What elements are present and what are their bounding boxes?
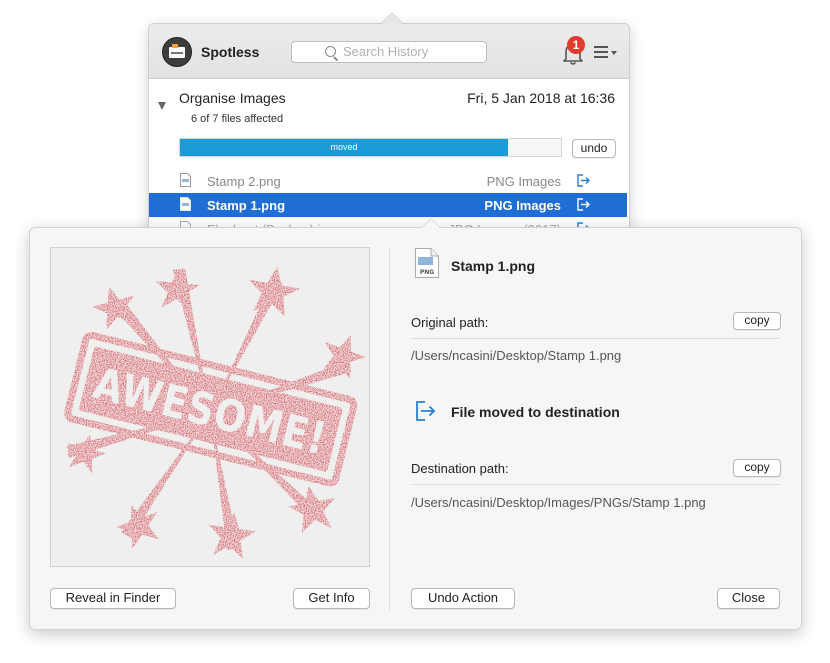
file-row-selected[interactable]: Stamp 1.png PNG Images — [149, 193, 627, 217]
action-status-text: File moved to destination — [451, 404, 620, 420]
copy-original-path-button[interactable]: copy — [733, 312, 781, 330]
image-preview: AWESOME! — [50, 247, 370, 567]
task-date: Fri, 5 Jan 2018 at 16:36 — [467, 90, 615, 106]
task-affected-count: 6 of 7 files affected — [191, 113, 284, 125]
stamp-image: AWESOME! — [64, 266, 367, 559]
search-icon — [325, 46, 336, 57]
original-path-value: /Users/ncasini/Desktop/Stamp 1.png — [411, 348, 622, 363]
close-button[interactable]: Close — [717, 588, 780, 609]
undo-action-button[interactable]: Undo Action — [411, 588, 515, 609]
file-category: PNG Images — [486, 174, 561, 189]
panel-divider — [389, 248, 390, 610]
search-input[interactable] — [343, 44, 481, 59]
file-category: PNG Images — [484, 198, 561, 213]
file-name: Stamp 1.png — [207, 198, 286, 213]
file-detail-panel: AWESOME! Reveal in Finder Get Info PNG S… — [29, 218, 802, 630]
get-info-button[interactable]: Get Info — [293, 588, 370, 609]
chevron-down-icon — [611, 51, 617, 55]
divider — [411, 484, 780, 485]
png-file-icon — [180, 197, 191, 211]
destination-path-value: /Users/ncasini/Desktop/Images/PNGs/Stamp… — [411, 495, 706, 510]
history-popover: Spotless 1 Organise Images Fri, 5 Jan 20… — [148, 23, 630, 240]
task-title: Organise Images — [179, 90, 286, 106]
stamp-text: AWESOME! — [88, 358, 331, 465]
disclosure-triangle-icon[interactable] — [158, 102, 166, 110]
detail-arrow — [421, 218, 441, 228]
file-name: Stamp 2.png — [207, 174, 281, 189]
move-arrow-icon — [416, 401, 436, 421]
progress-label: moved — [330, 142, 358, 152]
destination-path-label: Destination path: — [411, 461, 509, 476]
png-file-icon — [180, 173, 191, 187]
progress-bar: moved — [179, 138, 562, 157]
move-arrow-icon[interactable] — [577, 198, 591, 211]
png-file-icon: PNG — [415, 248, 439, 278]
file-type-badge: PNG — [420, 269, 434, 276]
app-logo-icon — [162, 37, 192, 67]
original-path-label: Original path: — [411, 315, 489, 330]
app-name: Spotless — [201, 44, 260, 60]
file-row[interactable]: Stamp 2.png PNG Images — [149, 169, 627, 193]
copy-destination-path-button[interactable]: copy — [733, 459, 781, 477]
divider — [411, 338, 780, 339]
detail-file-name: Stamp 1.png — [451, 258, 536, 274]
move-arrow-icon[interactable] — [577, 174, 591, 187]
notification-badge: 1 — [567, 36, 585, 54]
popover-header: Spotless 1 — [149, 24, 629, 79]
popover-arrow — [380, 12, 404, 24]
search-field[interactable] — [291, 41, 487, 63]
reveal-in-finder-button[interactable]: Reveal in Finder — [50, 588, 176, 609]
menu-icon[interactable] — [594, 45, 618, 59]
undo-button[interactable]: undo — [572, 139, 616, 158]
